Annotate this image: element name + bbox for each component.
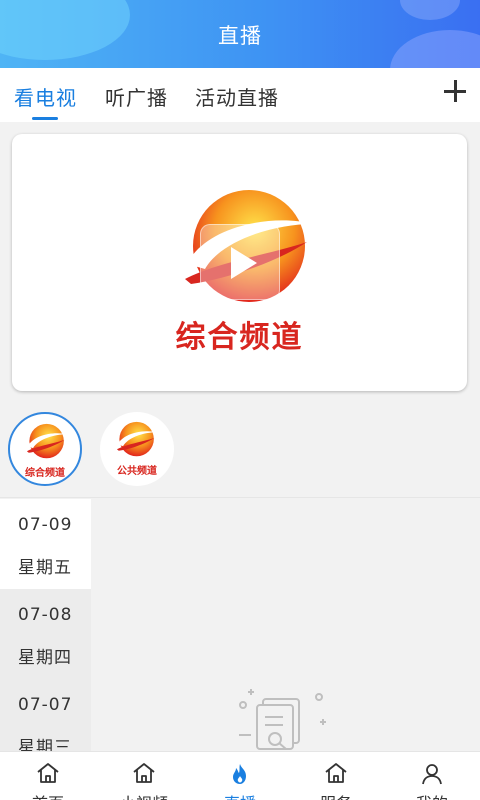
nav-label: 我的 [384,790,480,800]
nav-label: 首页 [0,790,96,800]
channel-name: 综合频道 [25,468,65,479]
nav-short-video[interactable]: 小视频 [96,752,192,800]
flame-icon [233,764,246,784]
home-icon [133,763,155,783]
tab-bar: 看电视 听广播 活动直播 [0,68,480,122]
add-icon[interactable] [444,80,466,102]
weekday-label: 星期五 [18,558,72,578]
channel-name: 公共频道 [117,466,157,477]
home-icon [325,763,347,783]
page-title: 直播 [218,24,262,48]
weekday-label: 星期三 [18,738,72,751]
tab-event-live[interactable]: 活动直播 [195,82,279,111]
nav-label: 小视频 [96,790,192,800]
user-icon [422,764,442,785]
weekday-label: 星期四 [18,648,72,668]
video-player[interactable]: 综合频道 [12,134,467,391]
nav-home[interactable]: 首页 [0,752,96,800]
date-item[interactable]: 07-08 星期四 [0,589,91,679]
empty-document-icon [239,689,326,750]
channel-logo-icon [116,421,156,457]
program-list [91,499,480,751]
nav-live[interactable]: 直播 [192,752,288,800]
active-tab-indicator [32,117,58,120]
play-button[interactable] [200,224,280,300]
nav-label: 服务 [288,790,384,800]
date-item[interactable]: 07-09 星期五 [0,499,91,589]
nav-service[interactable]: 服务 [288,752,384,800]
date-item[interactable]: 07-07 星期三 [0,679,91,751]
channel-selector: 综合频道 公共频道 [0,400,480,498]
bottom-nav: 首页 小视频 直播 服务 我的 [0,751,480,800]
tab-watch-tv[interactable]: 看电视 [14,82,77,111]
nav-profile[interactable]: 我的 [384,752,480,800]
tab-listen-radio[interactable]: 听广播 [105,82,168,111]
channel-item-zonghe[interactable]: 综合频道 [8,412,82,486]
channel-logo-icon [26,423,67,459]
date-label: 07-08 [18,605,73,625]
nav-label: 直播 [192,790,288,800]
home-icon [37,763,59,783]
header-decoration [400,0,460,20]
channel-logo-caption: 综合频道 [175,320,304,355]
date-label: 07-09 [18,515,73,535]
channel-item-gonggong[interactable]: 公共频道 [100,412,174,486]
date-label: 07-07 [18,695,73,715]
date-list: 07-09 星期五 07-08 星期四 07-07 星期三 [0,499,91,751]
app-header: 直播 [0,0,480,68]
